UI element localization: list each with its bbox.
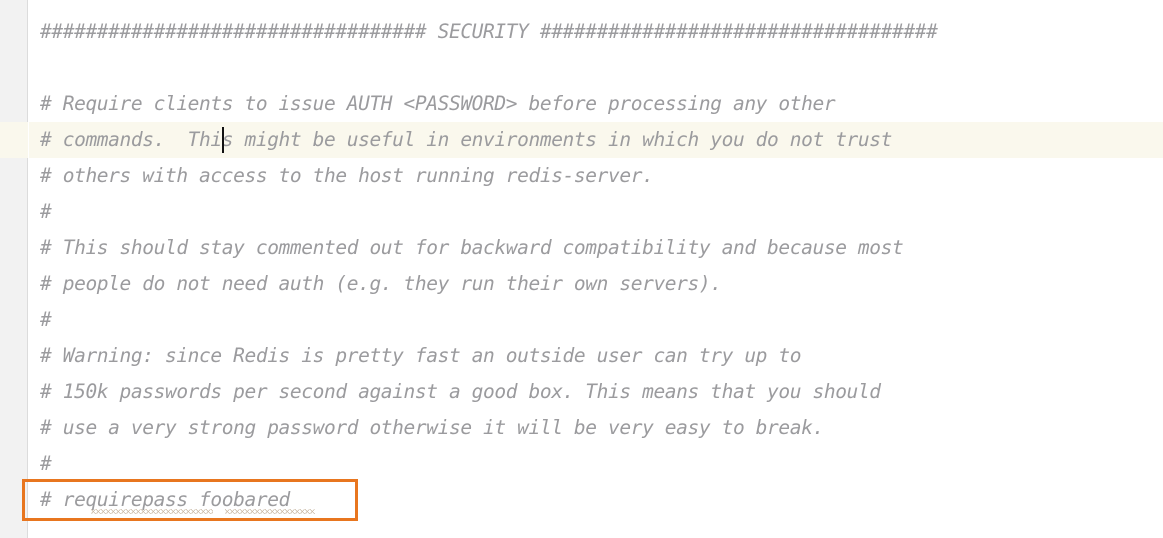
spellcheck-squiggle xyxy=(91,509,213,514)
code-line[interactable]: # This should stay commented out for bac… xyxy=(29,230,1163,266)
code-line[interactable]: # use a very strong password otherwise i… xyxy=(29,410,1163,446)
code-line[interactable]: # Warning: since Redis is pretty fast an… xyxy=(29,338,1163,374)
editor-gutter[interactable] xyxy=(0,0,28,538)
code-line[interactable]: ################################## SECUR… xyxy=(29,14,1163,50)
code-line-text: # use a very strong password otherwise i… xyxy=(40,416,824,439)
spellcheck-squiggle xyxy=(225,509,315,514)
text-caret xyxy=(222,127,224,153)
code-line-text: # 150k passwords per second against a go… xyxy=(40,380,881,403)
code-editor[interactable]: ################################## SECUR… xyxy=(0,0,1163,538)
code-line[interactable]: # Require clients to issue AUTH <PASSWOR… xyxy=(29,86,1163,122)
code-line[interactable]: # others with access to the host running… xyxy=(29,158,1163,194)
code-line[interactable]: # people do not need auth (e.g. they run… xyxy=(29,266,1163,302)
code-line[interactable]: # requirepass foobared xyxy=(29,482,1163,518)
code-line-text: # commands. This might be useful in envi… xyxy=(40,128,893,151)
code-line[interactable]: # commands. This might be useful in envi… xyxy=(29,122,1163,158)
code-line-text: # xyxy=(40,308,52,331)
code-line[interactable] xyxy=(29,50,1163,86)
code-line[interactable]: # xyxy=(29,446,1163,482)
code-line-text: # Require clients to issue AUTH <PASSWOR… xyxy=(40,92,836,115)
gutter-active-line-marker xyxy=(0,122,28,158)
code-line-text: # xyxy=(40,452,52,475)
code-line-text: ################################## SECUR… xyxy=(40,20,938,43)
code-line-text: # people do not need auth (e.g. they run… xyxy=(40,272,722,295)
code-line[interactable]: # 150k passwords per second against a go… xyxy=(29,374,1163,410)
code-line-text: # xyxy=(40,200,52,223)
code-line[interactable]: # xyxy=(29,194,1163,230)
code-content-area[interactable]: ################################## SECUR… xyxy=(29,0,1163,538)
code-line-text: # others with access to the host running… xyxy=(40,164,654,187)
code-line-text: # This should stay commented out for bac… xyxy=(40,236,904,259)
code-line-text: # Warning: since Redis is pretty fast an… xyxy=(40,344,802,367)
code-line[interactable]: # xyxy=(29,302,1163,338)
